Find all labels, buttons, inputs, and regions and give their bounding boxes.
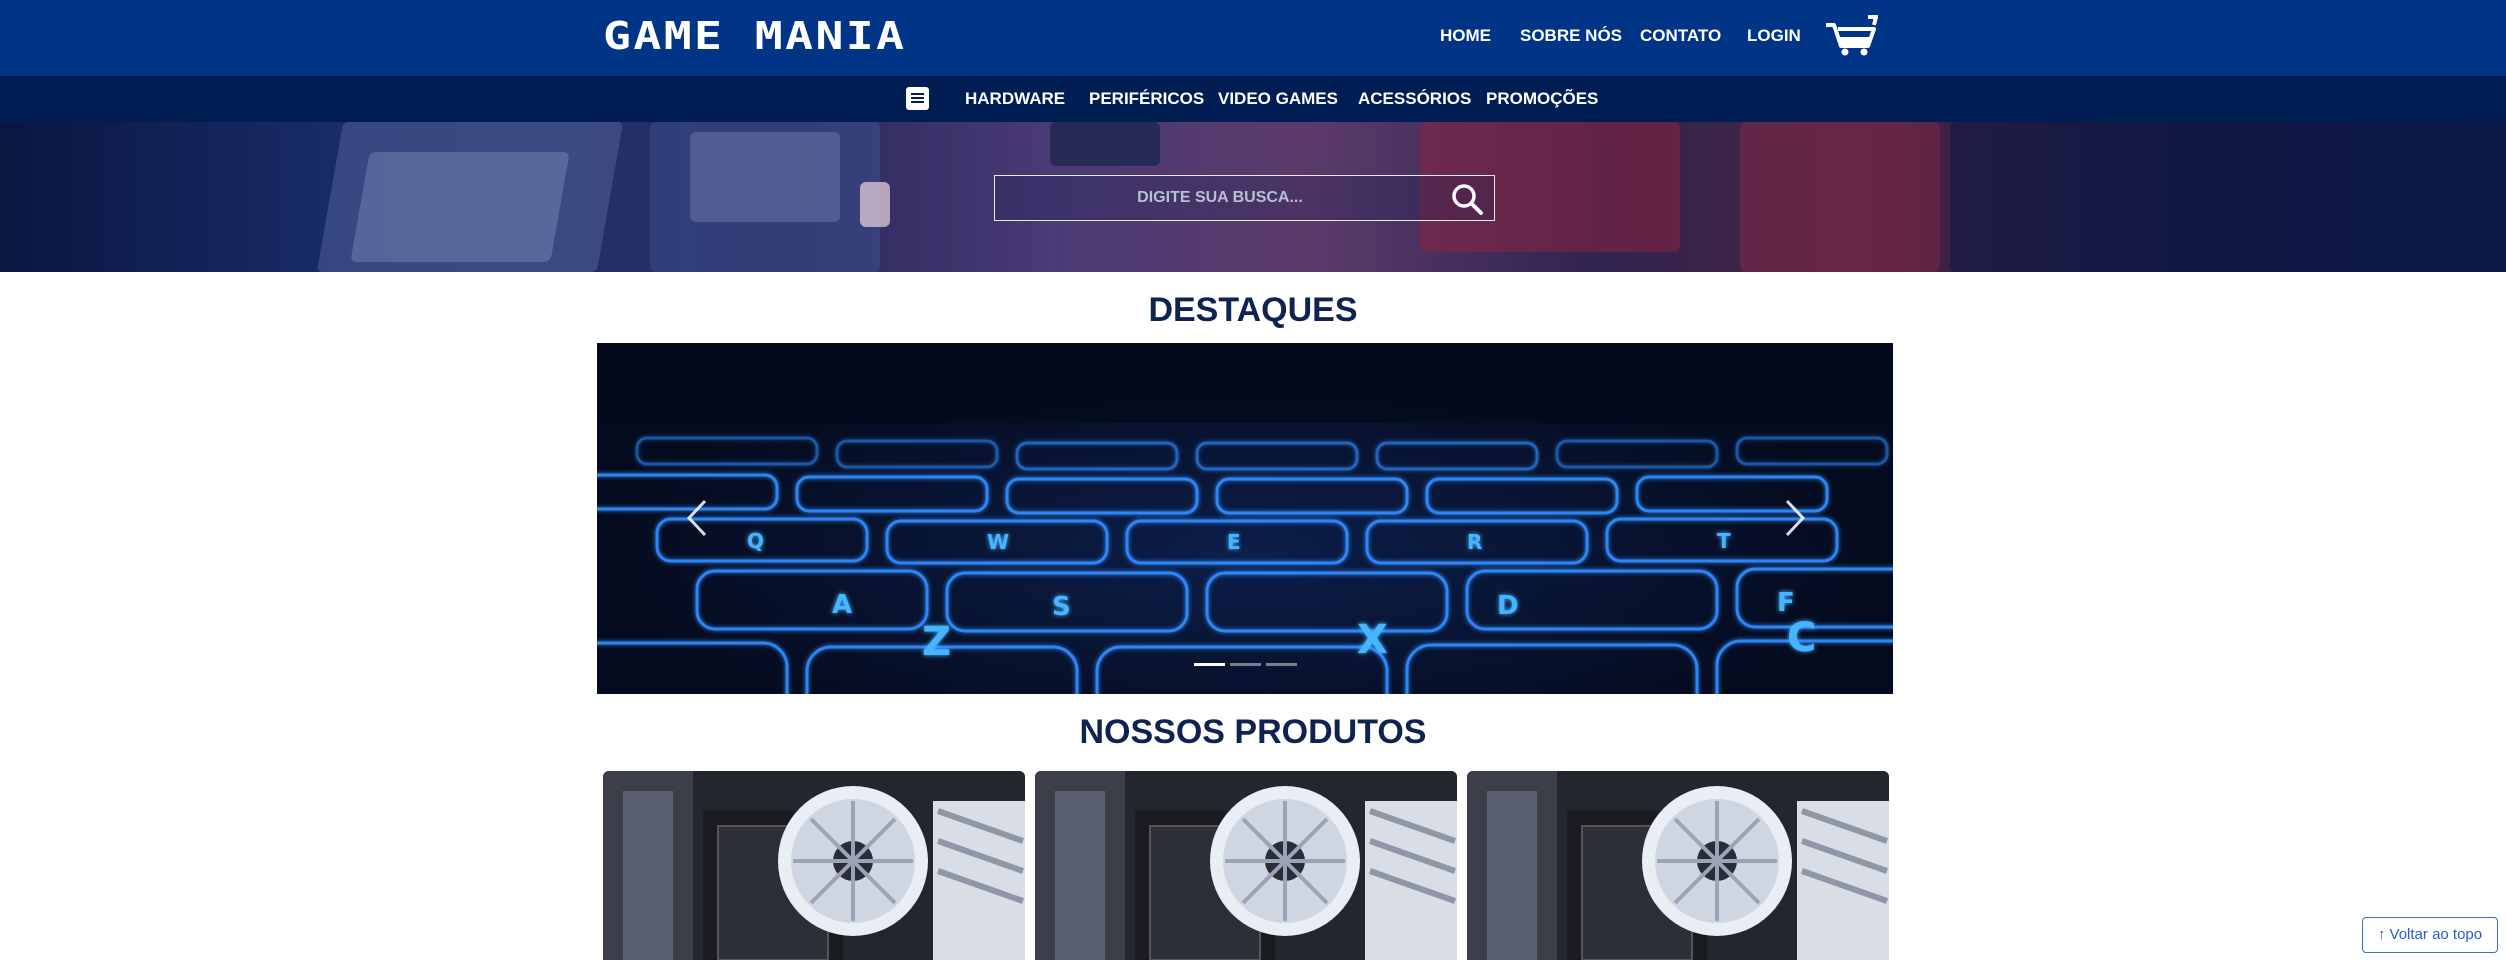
search-icon[interactable]: [1450, 182, 1484, 216]
featured-title: DESTAQUES: [1148, 291, 1358, 329]
category-acessorios[interactable]: ACESSÓRIOS: [1358, 76, 1471, 122]
menu-icon[interactable]: [906, 87, 929, 110]
key-e: E: [1227, 530, 1241, 554]
top-header: GAME MANIA HOME SOBRE NÓS CONTATO LOGIN: [0, 0, 2506, 76]
category-perifericos[interactable]: PERIFÉRICOS: [1089, 76, 1204, 122]
featured-carousel: Q W E R T A S D F Z X C: [597, 343, 1893, 694]
product-image: [1035, 771, 1457, 960]
carousel-indicator-1[interactable]: [1194, 663, 1225, 666]
product-image: [1467, 771, 1889, 960]
search-input[interactable]: [995, 176, 1445, 219]
carousel-indicator-3[interactable]: [1266, 663, 1297, 666]
key-a: A: [832, 590, 852, 620]
product-card-1[interactable]: [603, 771, 1025, 960]
product-card-3[interactable]: [1467, 771, 1889, 960]
nav-login[interactable]: LOGIN: [1747, 0, 1801, 76]
category-video-games[interactable]: VIDEO GAMES: [1218, 76, 1338, 122]
site-logo[interactable]: GAME MANIA: [603, 14, 907, 58]
key-r: R: [1467, 530, 1482, 554]
key-x: X: [1357, 617, 1388, 663]
key-z: Z: [922, 619, 951, 665]
keyboard-image: Q W E R T A S D F Z X C: [597, 343, 1893, 694]
search-bar: [994, 175, 1495, 221]
shopping-cart-icon[interactable]: [1824, 15, 1878, 57]
product-image: [603, 771, 1025, 960]
key-t: T: [1717, 529, 1731, 553]
products-title: NOSSOS PRODUTOS: [1079, 713, 1427, 751]
nav-home[interactable]: HOME: [1440, 0, 1491, 76]
key-d: D: [1497, 591, 1519, 621]
carousel-indicator-2[interactable]: [1230, 663, 1261, 666]
carousel-next-icon[interactable]: [1773, 493, 1813, 543]
category-hardware[interactable]: HARDWARE: [965, 76, 1065, 122]
key-s: S: [1052, 592, 1071, 622]
nav-contact[interactable]: CONTATO: [1640, 0, 1721, 76]
key-c: C: [1787, 615, 1816, 661]
category-promocoes[interactable]: PROMOÇÕES: [1486, 76, 1598, 122]
back-to-top-button[interactable]: ↑ Voltar ao topo: [2362, 917, 2498, 953]
nav-about[interactable]: SOBRE NÓS: [1520, 0, 1622, 76]
product-card-2[interactable]: [1035, 771, 1457, 960]
carousel-prev-icon[interactable]: [679, 493, 719, 543]
key-w: W: [987, 530, 1009, 554]
key-q: Q: [747, 529, 764, 553]
key-f: F: [1777, 588, 1795, 618]
